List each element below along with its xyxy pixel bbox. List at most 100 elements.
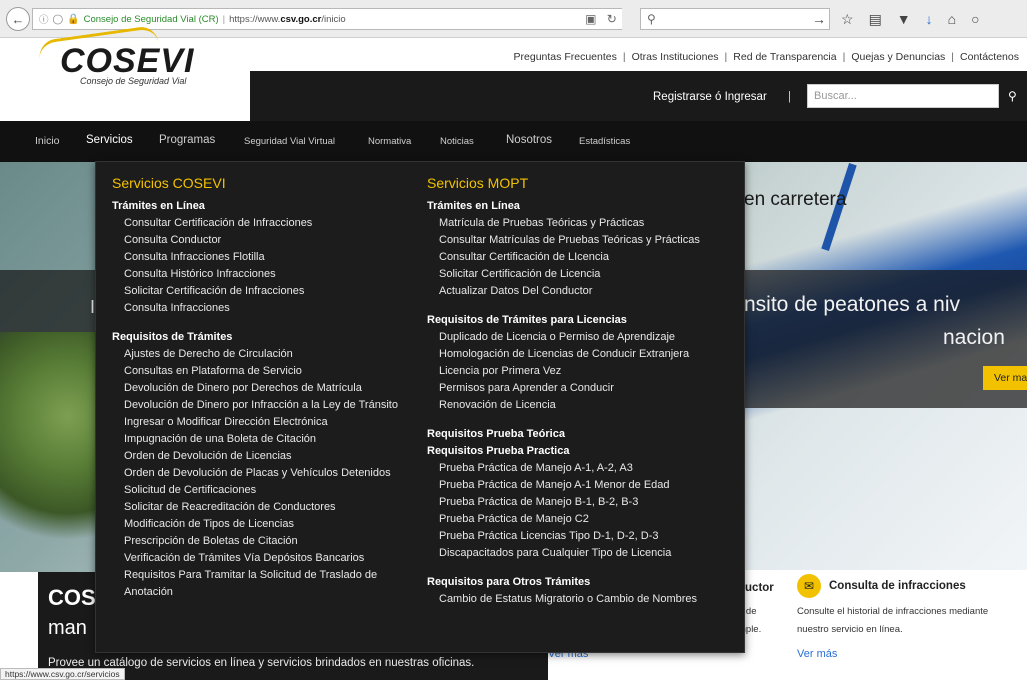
nav-nosotros[interactable]: Nosotros — [506, 134, 552, 146]
nav-estadisticas[interactable]: Estadísticas — [579, 136, 630, 147]
dropdown-link[interactable]: Orden de Devolución de Placas y Vehículo… — [112, 465, 412, 482]
link-red-transparencia[interactable]: Red de Transparencia — [733, 51, 836, 63]
logo-subtitle: Consejo de Seguridad Vial — [80, 76, 187, 86]
hero-ver-mas-button[interactable]: Ver ma — [983, 366, 1027, 390]
dropdown-section-heading: Requisitos Prueba Practica — [427, 445, 570, 457]
dropdown-link[interactable]: Orden de Devolución de Licencias — [112, 448, 412, 465]
link-contactenos[interactable]: Contáctenos — [960, 51, 1019, 63]
link-preguntas-frecuentes[interactable]: Preguntas Frecuentes — [514, 51, 617, 63]
dropdown-col-title: Servicios MOPT — [427, 175, 529, 191]
dropdown-link[interactable]: Matrícula de Pruebas Teóricas y Práctica… — [427, 215, 737, 232]
site-search-input[interactable]: Buscar... — [807, 84, 999, 108]
hero-caption-line: nacion — [943, 326, 1005, 349]
dropdown-link[interactable]: Consultar Certificación de LIcencia — [427, 249, 737, 266]
address-bar[interactable]: ⓘ ◯ 🔒 Consejo de Seguridad Vial (CR) | h… — [32, 8, 592, 30]
dropdown-link[interactable]: Consulta Conductor — [112, 232, 412, 249]
nav-programas[interactable]: Programas — [159, 134, 215, 146]
dropdown-link[interactable]: Requisitos Para Tramitar la Solicitud de… — [112, 567, 412, 601]
address-divider: | — [222, 13, 226, 25]
hero-caption-line: nsito de peatones a niv — [744, 293, 960, 316]
reader-view-icon[interactable]: ▣ — [585, 12, 596, 26]
dropdown-col-cosevi: Servicios COSEVI Trámites en Línea Consu… — [112, 175, 412, 601]
url-host: csv.go.cr — [280, 13, 322, 25]
back-icon[interactable]: ← — [6, 7, 30, 31]
dropdown-link[interactable]: Ingresar o Modificar Dirección Electróni… — [112, 414, 412, 431]
dropdown-link[interactable]: Duplicado de Licencia o Permiso de Apren… — [427, 329, 737, 346]
card-text: Consulte el historial de infracciones me… — [797, 606, 989, 617]
nav-normativa[interactable]: Normativa — [368, 136, 411, 147]
dropdown-section-heading: Trámites en Línea — [112, 200, 205, 212]
dropdown-link[interactable]: Prueba Práctica de Manejo A-1, A-2, A3 — [427, 460, 737, 477]
top-link-divider: | — [842, 51, 846, 63]
nav-servicios[interactable]: Servicios — [86, 134, 133, 146]
card-title-infracciones: Consulta de infracciones — [829, 580, 966, 592]
browser-search-input[interactable]: ⚲ — [640, 8, 830, 30]
dropdown-link[interactable]: Consultar Matrículas de Pruebas Teóricas… — [427, 232, 737, 249]
top-link-divider: | — [951, 51, 955, 63]
dropdown-link[interactable]: Solicitar de Reacreditación de Conductor… — [112, 499, 412, 516]
dropdown-link[interactable]: Modificación de Tipos de Licencias — [112, 516, 412, 533]
reload-icon[interactable]: ↻ — [607, 12, 617, 26]
dropdown-link[interactable]: Cambio de Estatus Migratorio o Cambio de… — [427, 591, 737, 608]
dropdown-link[interactable]: Prueba Práctica Licencias Tipo D-1, D-2,… — [427, 528, 737, 545]
dropdown-link[interactable]: Solicitar Certificación de Licencia — [427, 266, 737, 283]
go-arrow-icon[interactable]: → — [812, 11, 826, 27]
dropdown-link[interactable]: Prueba Práctica de Manejo C2 — [427, 511, 737, 528]
dropdown-section-heading[interactable]: Requisitos Prueba Teórica — [427, 426, 737, 443]
dropdown-col-title: Servicios COSEVI — [112, 175, 226, 191]
dropdown-link[interactable]: Devolución de Dinero por Infracción a la… — [112, 397, 412, 414]
nav-inicio[interactable]: Inicio — [35, 135, 60, 147]
dropdown-link[interactable]: Impugnación de una Boleta de Citación — [112, 431, 412, 448]
dropdown-link[interactable]: Solicitar Certificación de Infracciones — [112, 283, 412, 300]
bookmark-star-icon[interactable]: ☆ — [841, 11, 854, 28]
dropdown-link[interactable]: Prueba Práctica de Manejo B-1, B-2, B-3 — [427, 494, 737, 511]
dropdown-link[interactable]: Consulta Histórico Infracciones — [112, 266, 412, 283]
dropdown-link[interactable]: Licencia por Primera Vez — [427, 363, 737, 380]
chat-icon[interactable]: ○ — [971, 11, 979, 27]
dropdown-section-heading: Trámites en Línea — [427, 200, 520, 212]
dropdown-link[interactable]: Actualizar Datos Del Conductor — [427, 283, 737, 300]
search-icon[interactable]: ⚲ — [1008, 89, 1017, 103]
shield-icon[interactable]: ◯ — [53, 14, 64, 25]
url-path: /inicio — [321, 13, 346, 25]
dropdown-link[interactable]: Consultas en Plataforma de Servicio — [112, 363, 412, 380]
info-icon[interactable]: ⓘ — [39, 12, 49, 26]
dropdown-link[interactable]: Devolución de Dinero por Derechos de Mat… — [112, 380, 412, 397]
register-login-link[interactable]: Registrarse ó Ingresar — [653, 91, 767, 103]
card-ver-mas-link[interactable]: Ver más — [797, 648, 837, 660]
panel-title: COS — [48, 585, 96, 610]
download-icon[interactable]: ↓ — [926, 11, 933, 27]
top-links: Preguntas Frecuentes | Otras Instituciones… — [514, 51, 1019, 63]
dropdown-link[interactable]: Verificación de Trámites Vía Depósitos B… — [112, 550, 412, 567]
dropdown-link[interactable]: Homologación de Licencias de Conducir Ex… — [427, 346, 737, 363]
link-otras-instituciones[interactable]: Otras Instituciones — [632, 51, 719, 63]
dropdown-link[interactable]: Ajustes de Derecho de Circulación — [112, 346, 412, 363]
dropdown-link[interactable]: Permisos para Aprender a Conducir — [427, 380, 737, 397]
dropdown-link[interactable]: Consulta Infracciones — [112, 300, 412, 317]
address-actions: ▣ ↻ — [580, 8, 622, 30]
nav-noticias[interactable]: Noticias — [440, 136, 474, 147]
dropdown-link[interactable]: Consulta Infracciones Flotilla — [112, 249, 412, 266]
dropdown-link[interactable]: Prueba Práctica de Manejo A-1 Menor de E… — [427, 477, 737, 494]
search-icon: ⚲ — [647, 12, 656, 26]
pocket-icon[interactable]: ▼ — [897, 11, 911, 27]
link-quejas-denuncias[interactable]: Quejas y Denuncias — [851, 51, 945, 63]
dropdown-link[interactable]: Solicitud de Certificaciones — [112, 482, 412, 499]
nav-seguridad-vial-virtual[interactable]: Seguridad Vial Virtual — [244, 136, 335, 147]
dropdown-link[interactable]: Prescripción de Boletas de Citación — [112, 533, 412, 550]
browser-nav-icons: → ☆ ▤ ▼ ↓ ⌂ ○ — [812, 8, 1027, 30]
panel-subtitle: man — [48, 617, 87, 639]
logo[interactable]: COSEVI Consejo de Seguridad Vial — [0, 24, 250, 121]
dropdown-link[interactable]: Consultar Certificación de Infracciones — [112, 215, 412, 232]
home-icon[interactable]: ⌂ — [948, 11, 956, 27]
reading-list-icon[interactable]: ▤ — [869, 11, 882, 28]
top-link-divider: | — [622, 51, 626, 63]
dropdown-link[interactable]: Discapacitados para Cualquier Tipo de Li… — [427, 545, 737, 562]
dropdown-link[interactable]: Renovación de Licencia — [427, 397, 737, 414]
site-identity[interactable]: Consejo de Seguridad Vial (CR) — [84, 14, 219, 25]
top-link-divider: | — [724, 51, 728, 63]
